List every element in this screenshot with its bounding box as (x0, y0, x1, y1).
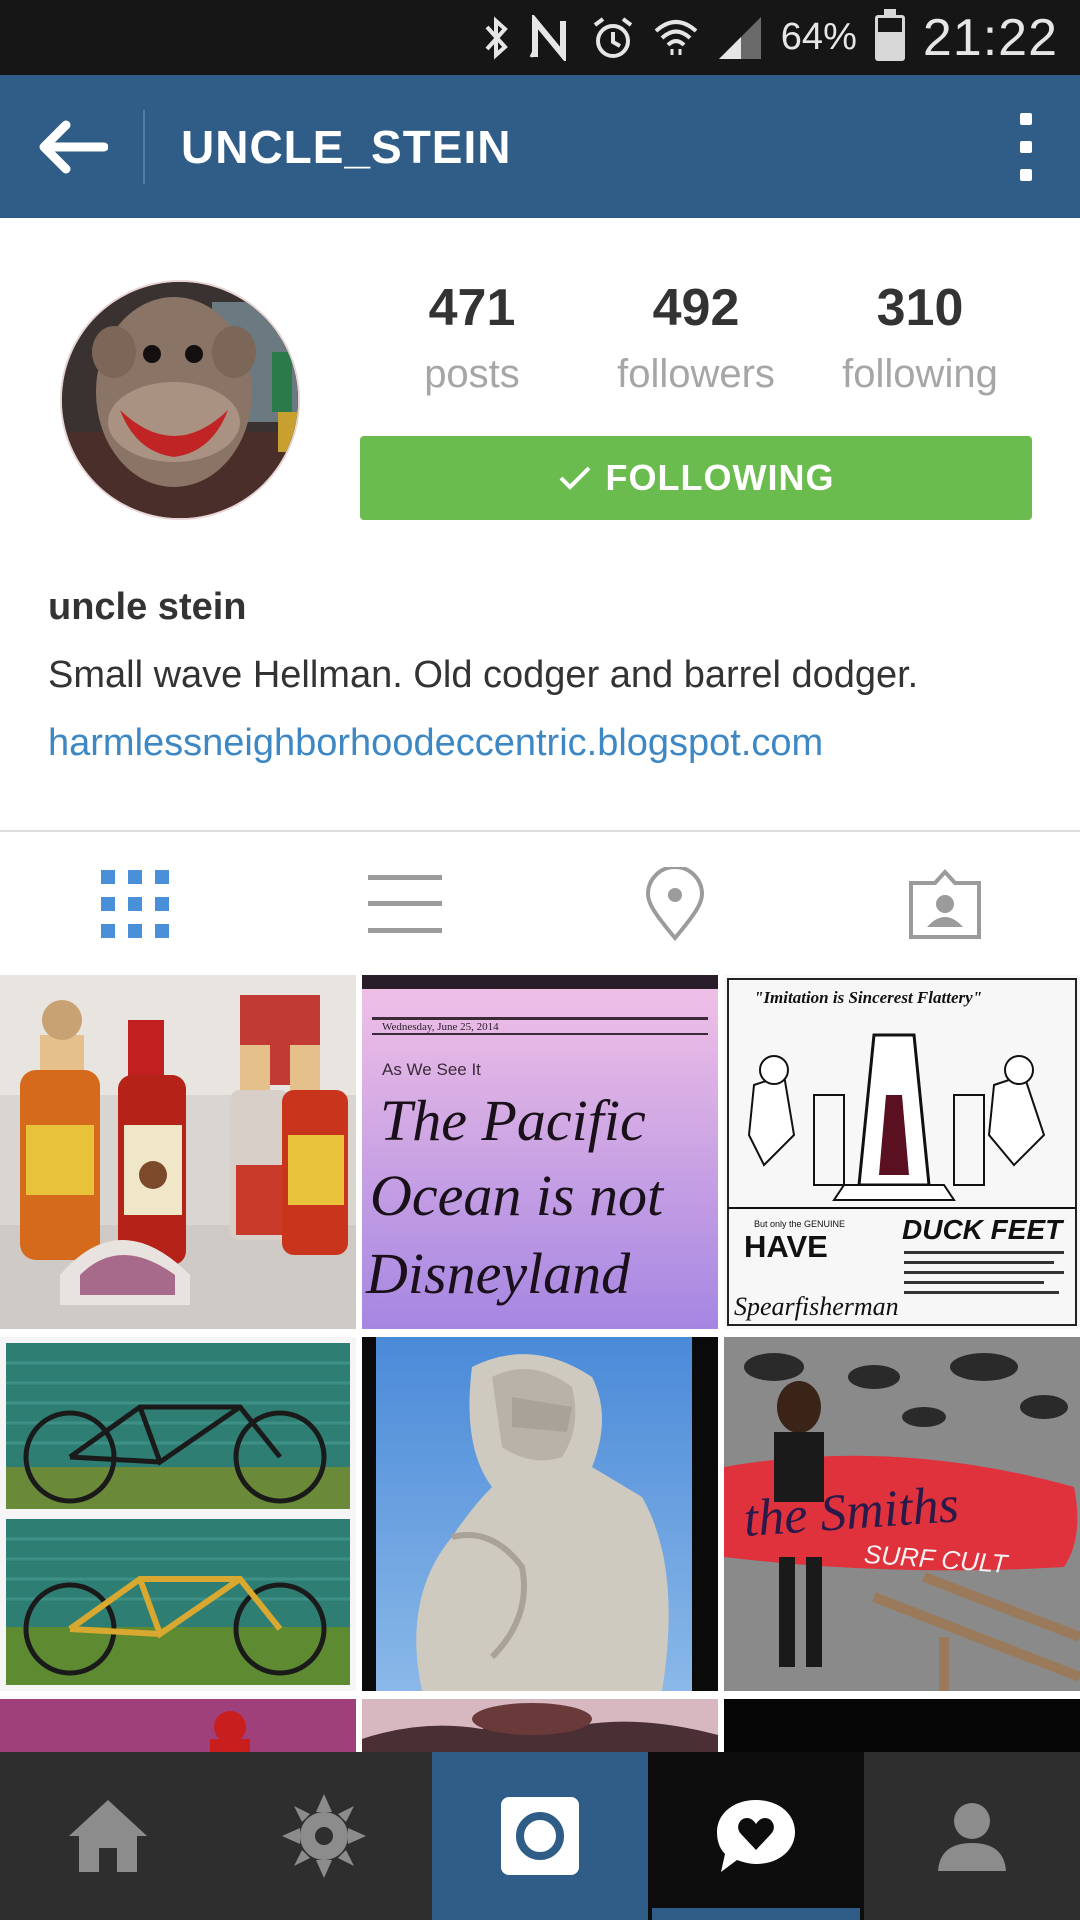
check-icon (559, 466, 590, 490)
overflow-dot (1020, 141, 1032, 153)
arrow-left-icon (39, 120, 108, 173)
photo-grid: Wednesday, June 25, 2014 As We See It Th… (0, 975, 1080, 1753)
stat-followers[interactable]: 492 followers (584, 278, 808, 397)
nfc-icon (529, 14, 573, 61)
photo-tile-dark[interactable] (724, 1699, 1080, 1753)
stat-posts[interactable]: 471 posts (360, 278, 584, 397)
profile-icon (938, 1803, 1006, 1871)
ad-maker: Spearfisherman (734, 1292, 899, 1321)
profile-stats: 471 posts 492 followers 310 following (360, 278, 1032, 397)
tab-tagged-photos[interactable] (810, 832, 1080, 975)
battery-fill (877, 31, 902, 58)
photo-tile-hot-sauce[interactable] (0, 975, 356, 1329)
photo-tile-duck-feet-ad[interactable]: "Imitation is Sincerest Flattery" But on… (724, 975, 1080, 1329)
photo-tile-pacific-clipping[interactable]: Wednesday, June 25, 2014 As We See It Th… (362, 975, 718, 1329)
ad-have: HAVE (744, 1229, 828, 1264)
clipping-kicker: As We See It (382, 1060, 481, 1079)
wifi-icon (653, 15, 699, 61)
following-label: following (842, 352, 998, 396)
ad-duck-feet: DUCK FEET (902, 1214, 1065, 1245)
profile-header: 471 posts 492 followers 310 following FO… (0, 218, 1080, 832)
instagram-profile-screen: 64% 21:22 UNCLE_STEIN 471 posts 492 foll… (0, 0, 1080, 1920)
tab-map-view[interactable] (540, 832, 810, 975)
battery-icon (874, 8, 905, 61)
clipping-headline-1: The Pacific (380, 1088, 646, 1153)
followers-label: followers (617, 352, 775, 396)
home-icon (69, 1800, 147, 1872)
nav-news[interactable] (648, 1752, 864, 1920)
camera-icon (501, 1797, 579, 1875)
avatar[interactable] (60, 280, 300, 520)
app-bar-divider (143, 109, 145, 184)
nav-home[interactable] (0, 1752, 216, 1920)
tab-list-view[interactable] (270, 832, 540, 975)
battery-percent: 64% (780, 16, 857, 58)
list-icon (368, 874, 442, 933)
following-button-label: FOLLOWING (605, 457, 835, 498)
nav-explore[interactable] (216, 1752, 432, 1920)
profile-website-link[interactable]: harmlessneighborhoodeccentric.blogspot.c… (48, 722, 823, 765)
profile-username-title: UNCLE_STEIN (181, 120, 512, 173)
overflow-menu-icon (1020, 113, 1032, 125)
photo-tile-surfboard[interactable]: the Smiths SURF CULT (724, 1337, 1080, 1691)
nav-camera[interactable] (432, 1752, 648, 1920)
photo-tile-sunset-hills[interactable] (362, 1699, 718, 1753)
ad-quote: "Imitation is Sincerest Flattery" (754, 988, 982, 1007)
signal-icon (717, 15, 763, 61)
clipping-headline-3: Disneyland (365, 1241, 631, 1306)
alarm-icon (591, 15, 635, 61)
bluetooth-icon (481, 15, 511, 61)
clipping-headline-2: Ocean is not (370, 1163, 665, 1228)
explore-icon (282, 1794, 366, 1878)
overflow-dot (1020, 169, 1032, 181)
nav-profile[interactable] (864, 1752, 1080, 1920)
profile-bio: Small wave Hellman. Old codger and barre… (48, 654, 919, 696)
bottom-navigation (0, 1752, 1080, 1920)
tagged-photos-icon (909, 868, 981, 939)
photo-tile-statue[interactable] (362, 1337, 718, 1691)
news-heart-icon (717, 1800, 795, 1872)
profile-full-name: uncle stein (48, 586, 247, 628)
following-count: 310 (876, 279, 964, 337)
posts-count: 471 (428, 279, 516, 337)
photo-tile-red-figure[interactable] (0, 1699, 356, 1753)
location-pin-icon (645, 866, 705, 941)
stat-following[interactable]: 310 following (808, 278, 1032, 397)
tab-grid-view[interactable] (0, 832, 270, 975)
clipping-date-line: Wednesday, June 25, 2014 (382, 1021, 499, 1033)
posts-label: posts (424, 352, 520, 396)
grid-icon (101, 869, 169, 938)
ad-small-line: But only the GENUINE (754, 1219, 845, 1229)
followers-count: 492 (652, 279, 740, 337)
following-button[interactable]: FOLLOWING (360, 436, 1032, 520)
photo-tile-bicycles[interactable] (0, 1337, 356, 1691)
back-button[interactable] (0, 75, 143, 218)
status-bar: 64% 21:22 (0, 0, 1080, 75)
overflow-menu-button[interactable] (996, 105, 1056, 189)
profile-view-tabs (0, 832, 1080, 975)
status-time: 21:22 (922, 8, 1058, 67)
app-bar: UNCLE_STEIN (0, 75, 1080, 218)
